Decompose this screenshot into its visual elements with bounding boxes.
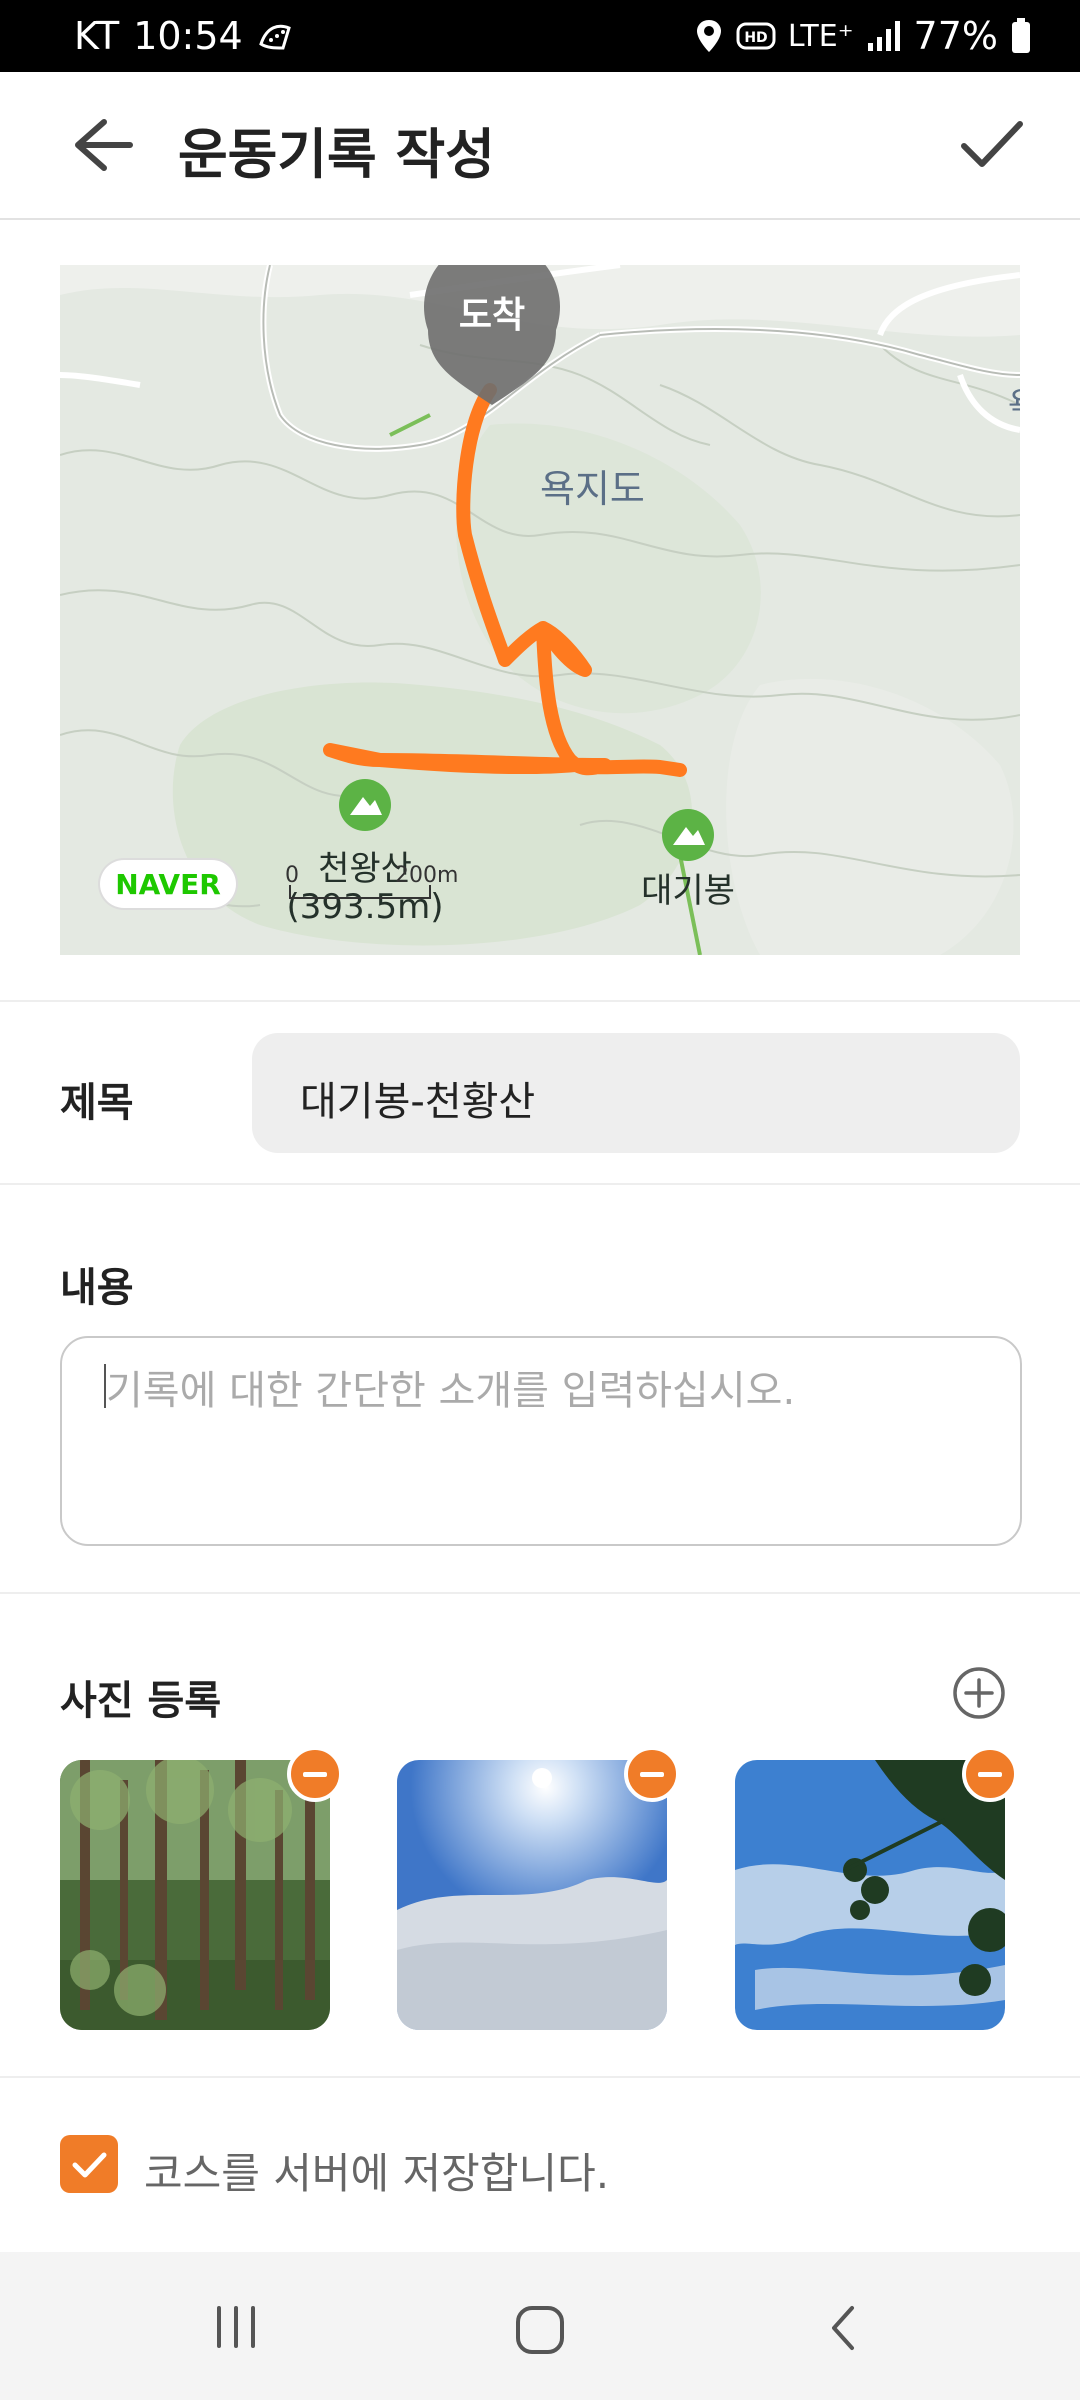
- peak-marker-cheonwangsan[interactable]: [339, 779, 391, 831]
- system-nav-bar: [0, 2252, 1080, 2400]
- divider: [0, 1000, 1080, 1002]
- battery-percent: 77%: [913, 14, 998, 58]
- peak-marker-daegibong[interactable]: [662, 809, 714, 861]
- photo-thumbnail-leaves-sky[interactable]: [735, 1760, 1005, 2030]
- photo-thumbnail-sun-sky[interactable]: [397, 1760, 667, 2030]
- map-canvas: 욕지도 욕 도착 천왕산 (393.5m) 대기봉 0 200m: [60, 265, 1020, 955]
- title-input-value: 대기봉-천황산: [300, 1079, 536, 1125]
- title-input[interactable]: 대기봉-천황산: [252, 1033, 1020, 1153]
- arrival-label: 도착: [459, 295, 525, 336]
- photo-thumbnail-forest[interactable]: [60, 1760, 330, 2030]
- location-icon: [696, 20, 721, 52]
- peak-height-cheonwangsan: (393.5m): [287, 887, 444, 927]
- clock: 10:54: [133, 14, 243, 58]
- confirm-check-icon[interactable]: [954, 108, 1028, 182]
- signal-icon: [867, 21, 900, 51]
- home-icon[interactable]: [514, 2304, 566, 2356]
- remove-photo-button[interactable]: [287, 1746, 343, 1802]
- carrier-label: KT: [74, 14, 120, 58]
- divider: [0, 1592, 1080, 1594]
- divider: [0, 2076, 1080, 2078]
- save-course-checkbox[interactable]: [60, 2135, 118, 2193]
- remove-photo-button[interactable]: [962, 1746, 1018, 1802]
- app-bar: 운동기록 작성: [0, 72, 1080, 220]
- battery-icon: [1012, 18, 1030, 53]
- status-bar: KT 10:54 HD LTE⁺ 77%: [0, 0, 1080, 72]
- content-placeholder: 기록에 대한 간단한 소개를 입력하십시오.: [106, 1368, 796, 1414]
- scale-distance: 200m: [395, 863, 458, 888]
- running-shoe-icon: [258, 24, 291, 50]
- map-label-partial: 욕: [1008, 385, 1020, 423]
- content-textarea[interactable]: 기록에 대한 간단한 소개를 입력하십시오.: [60, 1336, 1022, 1546]
- scale-zero: 0: [285, 863, 299, 888]
- title-label: 제목: [60, 1080, 134, 1126]
- route-map[interactable]: 욕지도 욕 도착 천왕산 (393.5m) 대기봉 0 200m NAVER: [60, 265, 1020, 955]
- checkmark-icon: [72, 2152, 107, 2178]
- add-photo-plus-icon[interactable]: [952, 1666, 1006, 1720]
- svg-text:HD: HD: [744, 30, 767, 46]
- content-label: 내용: [60, 1265, 134, 1311]
- peak-label-daegibong: 대기봉: [641, 871, 735, 911]
- hd-voice-icon: HD: [736, 22, 776, 50]
- recent-apps-icon[interactable]: [213, 2304, 259, 2350]
- naver-logo: NAVER: [100, 860, 236, 908]
- save-course-label[interactable]: 코스를 서버에 저장합니다.: [144, 2140, 609, 2201]
- system-back-icon[interactable]: [826, 2304, 860, 2352]
- network-type: LTE⁺: [787, 18, 854, 54]
- map-label-area: 욕지도: [540, 467, 645, 511]
- remove-photo-button[interactable]: [624, 1746, 680, 1802]
- page-title: 운동기록 작성: [178, 123, 495, 186]
- divider: [0, 1183, 1080, 1185]
- photos-label: 사진 등록: [60, 1678, 222, 1724]
- back-arrow-icon[interactable]: [64, 112, 138, 178]
